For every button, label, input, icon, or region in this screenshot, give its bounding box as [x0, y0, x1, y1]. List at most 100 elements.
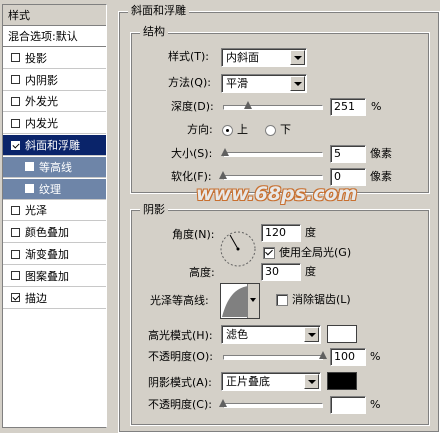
gloss-contour-preview-icon [222, 286, 248, 317]
style-list-item-label: 混合选项:默认 [8, 30, 78, 43]
style-select[interactable]: 内斜面 [221, 48, 307, 67]
style-list-item[interactable]: 混合选项:默认 [3, 26, 106, 47]
style-list-checkbox[interactable] [11, 249, 20, 259]
style-list-item[interactable]: 外发光 [3, 91, 106, 113]
style-list-item-label: 图案叠加 [25, 269, 69, 283]
antialias-label: 消除锯齿(L) [292, 293, 351, 306]
style-select-value: 内斜面 [226, 51, 259, 64]
highlight-opacity-input[interactable]: 100 [330, 348, 366, 366]
technique-select-value: 平滑 [226, 77, 248, 90]
depth-label: 深度(D): [171, 100, 214, 113]
direction-down-label: 下 [280, 123, 291, 136]
shadow-mode-select[interactable]: 正片叠底 [221, 372, 321, 391]
shadow-opacity-slider[interactable] [219, 399, 323, 411]
angle-unit: 度 [305, 226, 316, 239]
highlight-mode-label: 高光模式(H): [148, 329, 213, 342]
gloss-contour-label: 光泽等高线: [150, 294, 209, 307]
soften-slider[interactable] [219, 171, 323, 183]
size-label: 大小(S): [171, 147, 213, 160]
depth-input[interactable]: 251 [330, 98, 366, 116]
technique-select-dropdown-icon[interactable] [290, 76, 305, 91]
style-select-dropdown-icon[interactable] [290, 50, 305, 65]
style-list-checkbox[interactable] [11, 75, 20, 85]
style-list-item-label: 纹理 [39, 182, 61, 196]
style-list-checkbox[interactable] [11, 227, 20, 237]
highlight-opacity-slider-thumb[interactable] [319, 351, 327, 359]
shadow-opacity-label: 不透明度(C): [148, 398, 212, 411]
depth-slider[interactable] [223, 101, 323, 113]
highlight-opacity-slider[interactable] [223, 351, 327, 363]
style-list-checkbox[interactable] [11, 205, 20, 215]
technique-select[interactable]: 平滑 [221, 74, 307, 93]
style-list-item-label: 外发光 [25, 95, 58, 109]
shading-title: 阴影 [140, 203, 168, 216]
shadow-mode-dropdown-icon[interactable] [304, 374, 319, 389]
style-list-item[interactable]: 内阴影 [3, 70, 106, 91]
style-list-item[interactable]: 纹理 [3, 178, 106, 200]
style-list-item-label: 等高线 [39, 160, 72, 174]
size-unit: 像素 [370, 147, 392, 160]
highlight-mode-dropdown-icon[interactable] [304, 327, 319, 342]
highlight-opacity-label: 不透明度(O): [148, 350, 213, 363]
gloss-contour-picker[interactable] [220, 283, 260, 319]
style-label: 样式(T): [168, 50, 210, 63]
style-list-item[interactable]: 描边 [3, 288, 106, 309]
style-list-item[interactable]: 图案叠加 [3, 266, 106, 287]
style-list-checkbox[interactable] [11, 271, 20, 281]
style-list-item[interactable]: 斜面和浮雕 [3, 135, 106, 156]
gloss-contour-dropdown-icon[interactable] [247, 284, 259, 318]
size-slider-thumb[interactable] [221, 148, 229, 156]
style-list-item[interactable]: 光泽 [3, 200, 106, 222]
size-input[interactable]: 5 [330, 145, 366, 163]
style-list-checkbox[interactable] [11, 293, 20, 303]
shadow-opacity-slider-thumb[interactable] [219, 399, 227, 407]
bevel-emboss-title: 斜面和浮雕 [128, 4, 189, 17]
antialias-checkbox[interactable] [276, 294, 288, 306]
technique-label: 方法(Q): [168, 76, 211, 89]
global-light-checkbox[interactable] [263, 247, 275, 259]
style-list-item[interactable]: 投影 [3, 48, 106, 69]
structure-title: 结构 [140, 25, 168, 38]
shadow-mode-value: 正片叠底 [226, 375, 270, 388]
altitude-unit: 度 [305, 265, 316, 278]
altitude-label: 高度: [189, 266, 215, 279]
watermark-text: www.68ps.com [196, 183, 358, 205]
style-list-checkbox[interactable] [25, 162, 34, 172]
style-list-item[interactable]: 渐变叠加 [3, 244, 106, 265]
shadow-opacity-unit: % [370, 398, 381, 411]
altitude-input[interactable]: 30 [261, 263, 301, 281]
direction-up-label: 上 [237, 123, 248, 136]
shadow-color-swatch[interactable] [327, 372, 357, 390]
highlight-mode-select[interactable]: 滤色 [221, 325, 321, 344]
size-slider[interactable] [221, 148, 323, 160]
angle-dial[interactable] [219, 230, 257, 268]
style-list-item[interactable]: 颜色叠加 [3, 222, 106, 244]
style-list-item-label: 颜色叠加 [25, 226, 69, 240]
style-list-header: 样式 [3, 5, 106, 26]
highlight-color-swatch[interactable] [327, 325, 357, 343]
soften-unit: 像素 [370, 170, 392, 183]
direction-down-radio[interactable] [265, 125, 276, 136]
style-list-checkbox[interactable] [11, 53, 20, 63]
style-list-checkbox[interactable] [11, 140, 20, 150]
style-list-item[interactable]: 内发光 [3, 113, 106, 135]
style-list-item-label: 内发光 [25, 117, 58, 131]
style-list-checkbox[interactable] [11, 96, 20, 106]
shadow-mode-label: 阴影模式(A): [148, 376, 212, 389]
shadow-opacity-input[interactable] [330, 396, 366, 414]
depth-slider-thumb[interactable] [244, 101, 252, 109]
global-light-label: 使用全局光(G) [279, 246, 352, 259]
highlight-mode-value: 滤色 [226, 328, 248, 341]
angle-input[interactable]: 120 [261, 224, 301, 242]
style-list-item-label: 内阴影 [25, 73, 58, 87]
style-list-checkbox[interactable] [11, 118, 20, 128]
style-list-item[interactable]: 等高线 [3, 156, 106, 178]
style-list: 样式 混合选项:默认投影内阴影外发光内发光斜面和浮雕等高线纹理光泽颜色叠加渐变叠… [2, 4, 107, 428]
style-list-checkbox[interactable] [25, 184, 34, 194]
style-list-header-label: 样式 [8, 9, 30, 22]
soften-slider-thumb[interactable] [219, 171, 227, 179]
style-list-item-label: 光泽 [25, 204, 47, 218]
highlight-opacity-unit: % [370, 350, 381, 363]
direction-up-radio[interactable] [222, 125, 233, 136]
angle-label: 角度(N): [172, 228, 215, 241]
